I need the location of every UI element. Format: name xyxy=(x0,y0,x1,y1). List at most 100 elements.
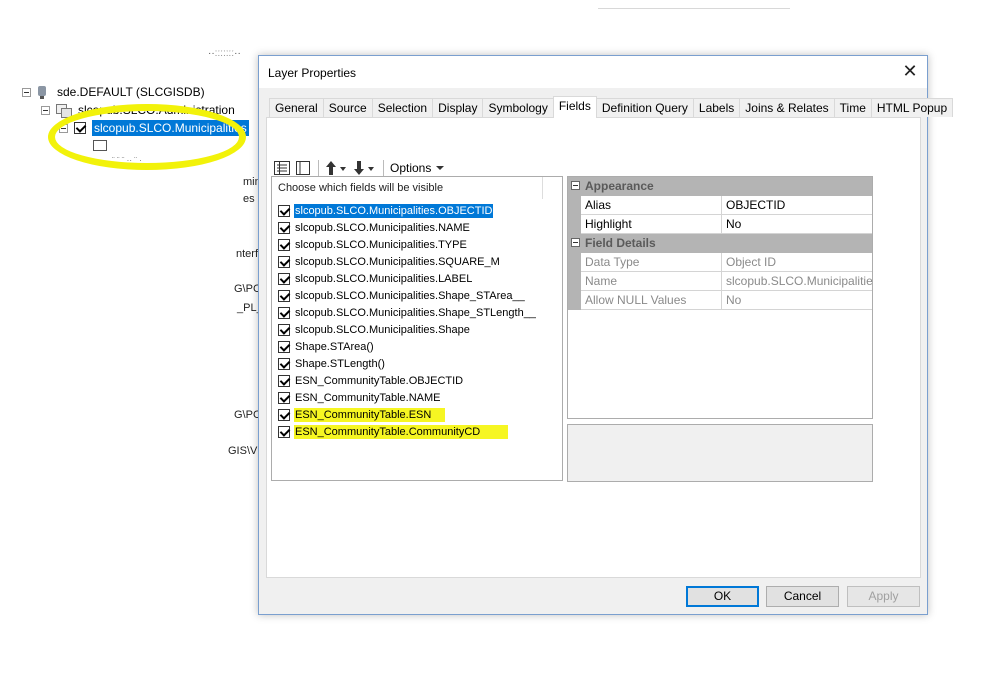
collapse-icon[interactable] xyxy=(571,181,580,190)
property-row-highlight[interactable]: Highlight No xyxy=(568,215,872,234)
collapse-icon[interactable] xyxy=(571,238,580,247)
cancel-button[interactable]: Cancel xyxy=(766,586,839,607)
property-row-alias[interactable]: Alias OBJECTID xyxy=(568,196,872,215)
tab-symbology[interactable]: Symbology xyxy=(482,98,554,117)
collapse-icon[interactable] xyxy=(22,87,31,97)
field-checkbox[interactable] xyxy=(278,392,290,404)
field-label: slcopub.SLCO.Municipalities.LABEL xyxy=(295,273,473,285)
field-row[interactable]: slcopub.SLCO.Municipalities.Shape xyxy=(278,322,471,338)
category-label: Field Details xyxy=(585,236,656,250)
field-label: ESN_CommunityTable.NAME xyxy=(295,392,441,404)
field-checkbox[interactable] xyxy=(278,324,290,336)
field-checkbox[interactable] xyxy=(278,426,290,438)
field-checkbox[interactable] xyxy=(278,222,290,234)
tab-joins-relates[interactable]: Joins & Relates xyxy=(739,98,835,117)
field-row[interactable]: slcopub.SLCO.Municipalities.TYPE xyxy=(278,237,468,253)
apply-button[interactable]: Apply xyxy=(847,586,920,607)
background-fragment: G\PC xyxy=(234,283,261,295)
database-connection-icon xyxy=(37,85,47,99)
tab-labels[interactable]: Labels xyxy=(692,98,741,117)
field-checkbox[interactable] xyxy=(278,256,290,268)
field-row[interactable]: ESN_CommunityTable.NAME xyxy=(278,390,442,406)
highlight-value-field[interactable]: No xyxy=(722,215,872,234)
field-label-highlighted: ESN_CommunityTable.CommunityCD xyxy=(294,425,509,439)
field-label-selected: slcopub.SLCO.Municipalities.OBJECTID xyxy=(294,204,494,218)
layer-properties-dialog: Layer Properties ✕ General Source Select… xyxy=(258,55,954,615)
toolbar-separator xyxy=(318,160,319,176)
field-row[interactable]: ESN_CommunityTable.OBJECTID xyxy=(278,373,464,389)
field-checkbox[interactable] xyxy=(278,290,290,302)
field-checkbox[interactable] xyxy=(278,205,290,217)
tab-time[interactable]: Time xyxy=(833,98,872,117)
dialog-title-bar: Layer Properties ✕ xyxy=(259,56,927,88)
move-up-arrow-icon[interactable] xyxy=(325,159,347,177)
field-row[interactable]: slcopub.SLCO.Municipalities.SQUARE_M xyxy=(278,254,501,270)
field-checkbox[interactable] xyxy=(278,307,290,319)
field-row[interactable]: Shape.STArea() xyxy=(278,339,375,355)
property-name: Allow NULL Values xyxy=(581,291,722,310)
field-row[interactable]: slcopub.SLCO.Municipalities.Shape_STArea… xyxy=(278,288,526,304)
tab-strip: General Source Selection Display Symbolo… xyxy=(269,96,954,118)
field-property-grid: Appearance Alias OBJECTID Highlight No F… xyxy=(567,176,873,419)
background-fragment: es xyxy=(243,193,255,205)
tab-selection[interactable]: Selection xyxy=(371,98,434,117)
column-divider xyxy=(542,177,543,199)
tab-definition-query[interactable]: Definition Query xyxy=(595,98,694,117)
tab-html-popup[interactable]: HTML Popup xyxy=(870,98,954,117)
field-checkbox[interactable] xyxy=(278,358,290,370)
field-checkbox[interactable] xyxy=(278,273,290,285)
field-checkbox[interactable] xyxy=(278,409,290,421)
tab-source[interactable]: Source xyxy=(322,98,373,117)
category-appearance[interactable]: Appearance xyxy=(568,177,872,196)
field-row[interactable]: Shape.STLength() xyxy=(278,356,386,372)
field-row[interactable]: slcopub.SLCO.Municipalities.LABEL xyxy=(278,271,473,287)
field-checkbox[interactable] xyxy=(278,341,290,353)
field-label: slcopub.SLCO.Municipalities.SQUARE_M xyxy=(295,256,500,268)
field-checkbox[interactable] xyxy=(278,375,290,387)
field-row[interactable]: slcopub.SLCO.Municipalities.Shape_STLeng… xyxy=(278,305,537,321)
background-fragment: ··ːːːːːːː·· xyxy=(208,48,241,59)
property-name: Name xyxy=(581,272,722,291)
list-view-icon[interactable] xyxy=(274,159,290,177)
dialog-title: Layer Properties xyxy=(268,66,357,80)
field-row[interactable]: ESN_CommunityTable.ESN xyxy=(278,407,446,423)
options-dropdown-button[interactable]: Options xyxy=(390,159,445,177)
property-row-data-type: Data Type Object ID xyxy=(568,253,872,272)
background-top-rule xyxy=(598,8,790,9)
collapse-icon[interactable] xyxy=(41,105,50,115)
tree-node-connection[interactable]: sde.DEFAULT (SLCGISDB) xyxy=(22,83,207,101)
toolbar-separator xyxy=(383,160,384,176)
property-name: Alias xyxy=(581,196,722,215)
grid-gutter xyxy=(568,215,581,234)
field-label: slcopub.SLCO.Municipalities.TYPE xyxy=(295,239,467,251)
close-icon[interactable]: ✕ xyxy=(901,62,919,80)
fields-toolbar: Options xyxy=(274,158,451,178)
category-field-details[interactable]: Field Details xyxy=(568,234,872,253)
tab-general[interactable]: General xyxy=(269,98,324,117)
field-row[interactable]: slcopub.SLCO.Municipalities.NAME xyxy=(278,220,471,236)
property-name: Data Type xyxy=(581,253,722,272)
property-description-box xyxy=(567,424,873,482)
field-row[interactable]: ESN_CommunityTable.CommunityCD xyxy=(278,424,509,440)
move-down-arrow-icon[interactable] xyxy=(353,159,375,177)
tab-display[interactable]: Display xyxy=(432,98,484,117)
alias-value-field[interactable]: OBJECTID xyxy=(722,196,872,215)
chevron-down-icon xyxy=(436,166,445,170)
field-visibility-list[interactable]: Choose which fields will be visible slco… xyxy=(271,176,563,481)
property-row-name: Name slcopub.SLCO.Municipalities.OBJECTI… xyxy=(568,272,872,291)
tab-fields[interactable]: Fields xyxy=(552,96,597,118)
field-label: Shape.STArea() xyxy=(295,341,374,353)
field-checkbox[interactable] xyxy=(278,239,290,251)
field-label-highlighted: ESN_CommunityTable.ESN xyxy=(294,408,446,422)
table-view-icon[interactable] xyxy=(296,159,310,177)
ok-button[interactable]: OK xyxy=(686,586,759,607)
field-row[interactable]: slcopub.SLCO.Municipalities.OBJECTID xyxy=(278,203,494,219)
field-label: slcopub.SLCO.Municipalities.Shape_STLeng… xyxy=(295,307,536,319)
property-value: slcopub.SLCO.Municipalities.OBJECTID xyxy=(722,272,872,291)
property-value: No xyxy=(722,291,872,310)
field-label: slcopub.SLCO.Municipalities.Shape_STArea… xyxy=(295,290,525,302)
background-fragment: nterf xyxy=(236,248,259,260)
category-label: Appearance xyxy=(585,179,654,193)
property-name: Highlight xyxy=(581,215,722,234)
grid-gutter xyxy=(568,253,581,272)
